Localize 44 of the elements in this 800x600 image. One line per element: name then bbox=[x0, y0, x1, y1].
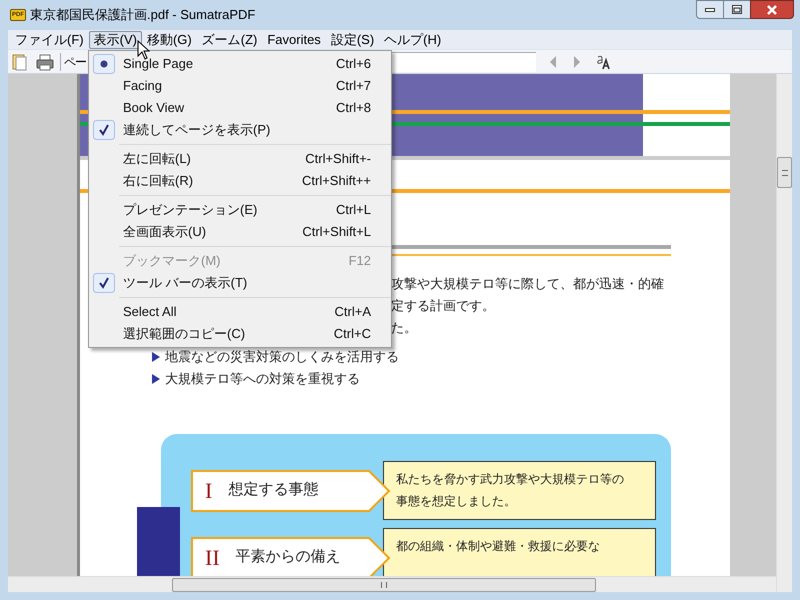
section-description: 都の組織・体制や避難・救援に必要な bbox=[383, 528, 656, 576]
menu-item[interactable]: Single Page Ctrl+6 bbox=[119, 54, 391, 74]
match-case-icon[interactable] bbox=[596, 54, 612, 70]
maximize-icon bbox=[732, 5, 742, 14]
paragraph-line: 定する計画です。 bbox=[391, 297, 496, 315]
bullet-triangle-icon bbox=[151, 351, 161, 363]
page-label: ペー bbox=[64, 54, 86, 70]
side-bar-block bbox=[137, 507, 180, 576]
menu-bar-item[interactable]: ファイル(F) bbox=[10, 30, 89, 48]
menu-item[interactable]: ツール バーの表示(T) bbox=[119, 273, 391, 293]
horizontal-scrollbar-thumb[interactable] bbox=[172, 578, 596, 592]
section-heading: 想定する事態 bbox=[228, 480, 318, 500]
menu-item[interactable]: 右に回転(R) Ctrl+Shift++ bbox=[119, 171, 391, 191]
close-button[interactable] bbox=[750, 0, 794, 19]
paragraph-line: た。 bbox=[391, 319, 418, 337]
menu-item[interactable]: 左に回転(L) Ctrl+Shift+- bbox=[119, 149, 391, 169]
menu-item[interactable]: 連続してページを表示(P) bbox=[119, 120, 391, 140]
menu-item[interactable]: プレゼンテーション(E) Ctrl+L bbox=[119, 200, 391, 220]
window-title: 東京都国民保護計画.pdf - SumatraPDF bbox=[30, 6, 256, 24]
section-description: 私たちを脅かす武力攻撃や大規模テロ等の事態を想定しました。 bbox=[383, 461, 656, 520]
vertical-scrollbar-thumb[interactable] bbox=[777, 157, 792, 188]
bullet-text: 大規模テロ等への対策を重視する bbox=[165, 370, 360, 388]
menu-bar-item[interactable]: 移動(G) bbox=[142, 30, 197, 48]
section-numeral: II bbox=[205, 544, 220, 572]
bullet-text: 地震などの災害対策のしくみを活用する bbox=[165, 348, 399, 366]
menu-bar-item[interactable]: ヘルプ(H) bbox=[379, 30, 446, 48]
section-heading: 平素からの備え bbox=[236, 547, 341, 568]
menu-item[interactable]: Book View Ctrl+8 bbox=[119, 98, 391, 118]
minimize-icon bbox=[705, 8, 715, 12]
close-icon bbox=[766, 4, 778, 14]
bullet-triangle-icon bbox=[151, 373, 161, 385]
printer-icon[interactable] bbox=[36, 52, 54, 70]
menu-bar-item[interactable]: 表示(V) bbox=[88, 30, 142, 48]
menu-bar-item[interactable]: 設定(S) bbox=[326, 30, 380, 48]
paragraph-line: 攻撃や大規模テロ等に際して、都が迅速・的確 bbox=[391, 275, 664, 293]
menu-item[interactable]: 全画面表示(U) Ctrl+Shift+L bbox=[119, 222, 391, 242]
menu-bar-item[interactable]: Favorites bbox=[262, 30, 326, 48]
menu-item[interactable]: Facing Ctrl+7 bbox=[119, 76, 391, 96]
minimize-button[interactable] bbox=[696, 0, 724, 19]
menu-item[interactable]: 選択範囲のコピー(C) Ctrl+C bbox=[119, 324, 391, 344]
maximize-button[interactable] bbox=[724, 0, 750, 19]
menu-bar-item[interactable]: ズーム(Z) bbox=[196, 30, 262, 48]
menu-item[interactable]: Select All Ctrl+A bbox=[119, 302, 391, 322]
section-numeral: I bbox=[205, 477, 212, 505]
